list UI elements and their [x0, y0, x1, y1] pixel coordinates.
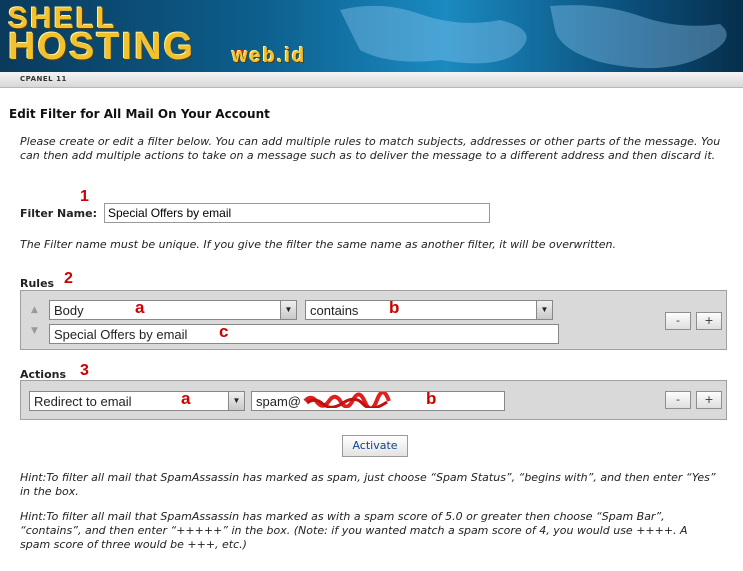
move-up-icon[interactable]: ▲	[31, 305, 38, 315]
rules-label: Rules	[20, 277, 55, 290]
add-rule-button[interactable]: +	[696, 312, 722, 330]
filter-name-input[interactable]	[104, 203, 490, 223]
hint-spam-status: Hint:To filter all mail that SpamAssassi…	[20, 471, 716, 498]
remove-action-button[interactable]: -	[665, 391, 691, 409]
rule-operator-select[interactable]: contains ▼	[305, 300, 553, 320]
annotation-action-b: b	[426, 389, 437, 408]
activate-button[interactable]: Activate	[342, 435, 408, 457]
intro-text: Please create or edit a filter below. Yo…	[20, 135, 721, 162]
header-banner: SHELL HOSTING web.id	[0, 0, 743, 72]
rule-field-select[interactable]: Body ▼	[49, 300, 297, 320]
add-action-button[interactable]: +	[696, 391, 722, 409]
annotation-rule-b: b	[389, 298, 400, 317]
logo-bottom-text: HOSTING	[8, 26, 196, 68]
hint-spam-bar: Hint:To filter all mail that SpamAssassi…	[20, 510, 688, 551]
filter-name-label: Filter Name:	[20, 207, 97, 220]
remove-rule-button[interactable]: -	[665, 312, 691, 330]
subheader-bar: CPANEL 11	[0, 72, 743, 88]
cpanel-version-label: CPANEL 11	[20, 75, 67, 83]
annotation-action-a: a	[181, 389, 191, 408]
annotation-1: 1	[80, 188, 89, 205]
redaction-scribble	[303, 392, 391, 408]
chevron-down-icon: ▼	[280, 301, 296, 319]
annotation-rule-a: a	[135, 298, 145, 317]
rule-operator-value: contains	[310, 303, 359, 318]
rule-value-input[interactable]: Special Offers by email	[49, 324, 559, 344]
logo-suffix-text: web.id	[232, 45, 307, 67]
chevron-down-icon: ▼	[228, 392, 244, 410]
rules-panel: ▲ ▼ Body ▼ a contains ▼ b Special Offers…	[20, 290, 727, 350]
action-type-select[interactable]: Redirect to email ▼	[29, 391, 245, 411]
site-logo[interactable]: SHELL HOSTING web.id	[8, 4, 304, 68]
page-title: Edit Filter for All Mail On Your Account	[9, 107, 270, 121]
filter-name-note: The Filter name must be unique. If you g…	[20, 238, 616, 251]
annotation-3: 3	[80, 362, 89, 379]
rule-field-value: Body	[54, 303, 84, 318]
action-destination-text: spam@	[256, 394, 301, 409]
world-map-graphic	[340, 5, 727, 69]
chevron-down-icon: ▼	[536, 301, 552, 319]
action-type-value: Redirect to email	[34, 394, 132, 409]
rule-value-text: Special Offers by email	[54, 327, 188, 342]
annotation-2: 2	[64, 270, 73, 287]
annotation-rule-c: c	[219, 322, 229, 341]
move-down-icon[interactable]: ▼	[31, 326, 38, 336]
